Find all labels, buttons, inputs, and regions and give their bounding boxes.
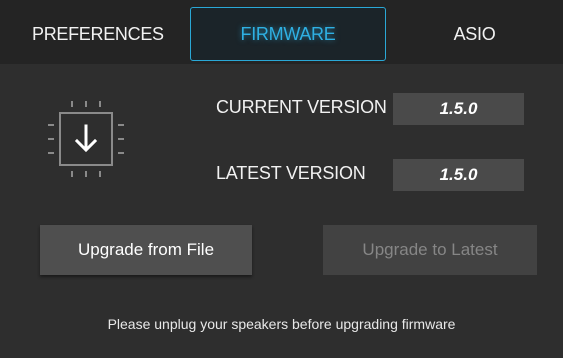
current-version-value: 1.5.0 — [393, 93, 524, 125]
upgrade-from-file-button[interactable]: Upgrade from File — [40, 225, 252, 275]
upgrade-warning-note: Please unplug your speakers before upgra… — [107, 316, 456, 332]
latest-version-label: LATEST VERSION — [216, 163, 366, 183]
tab-asio[interactable]: ASIO — [386, 7, 563, 61]
current-version-label: CURRENT VERSION — [216, 97, 387, 117]
firmware-panel: PREFERENCES FIRMWARE ASIO CURRENT VERSIO… — [0, 0, 563, 358]
latest-version-value: 1.5.0 — [393, 159, 524, 191]
upgrade-to-latest-button[interactable]: Upgrade to Latest — [323, 225, 537, 275]
chip-download-icon — [48, 101, 124, 177]
tab-bar: PREFERENCES FIRMWARE ASIO — [0, 0, 563, 64]
tab-preferences[interactable]: PREFERENCES — [18, 7, 188, 61]
tab-firmware[interactable]: FIRMWARE — [190, 7, 386, 61]
